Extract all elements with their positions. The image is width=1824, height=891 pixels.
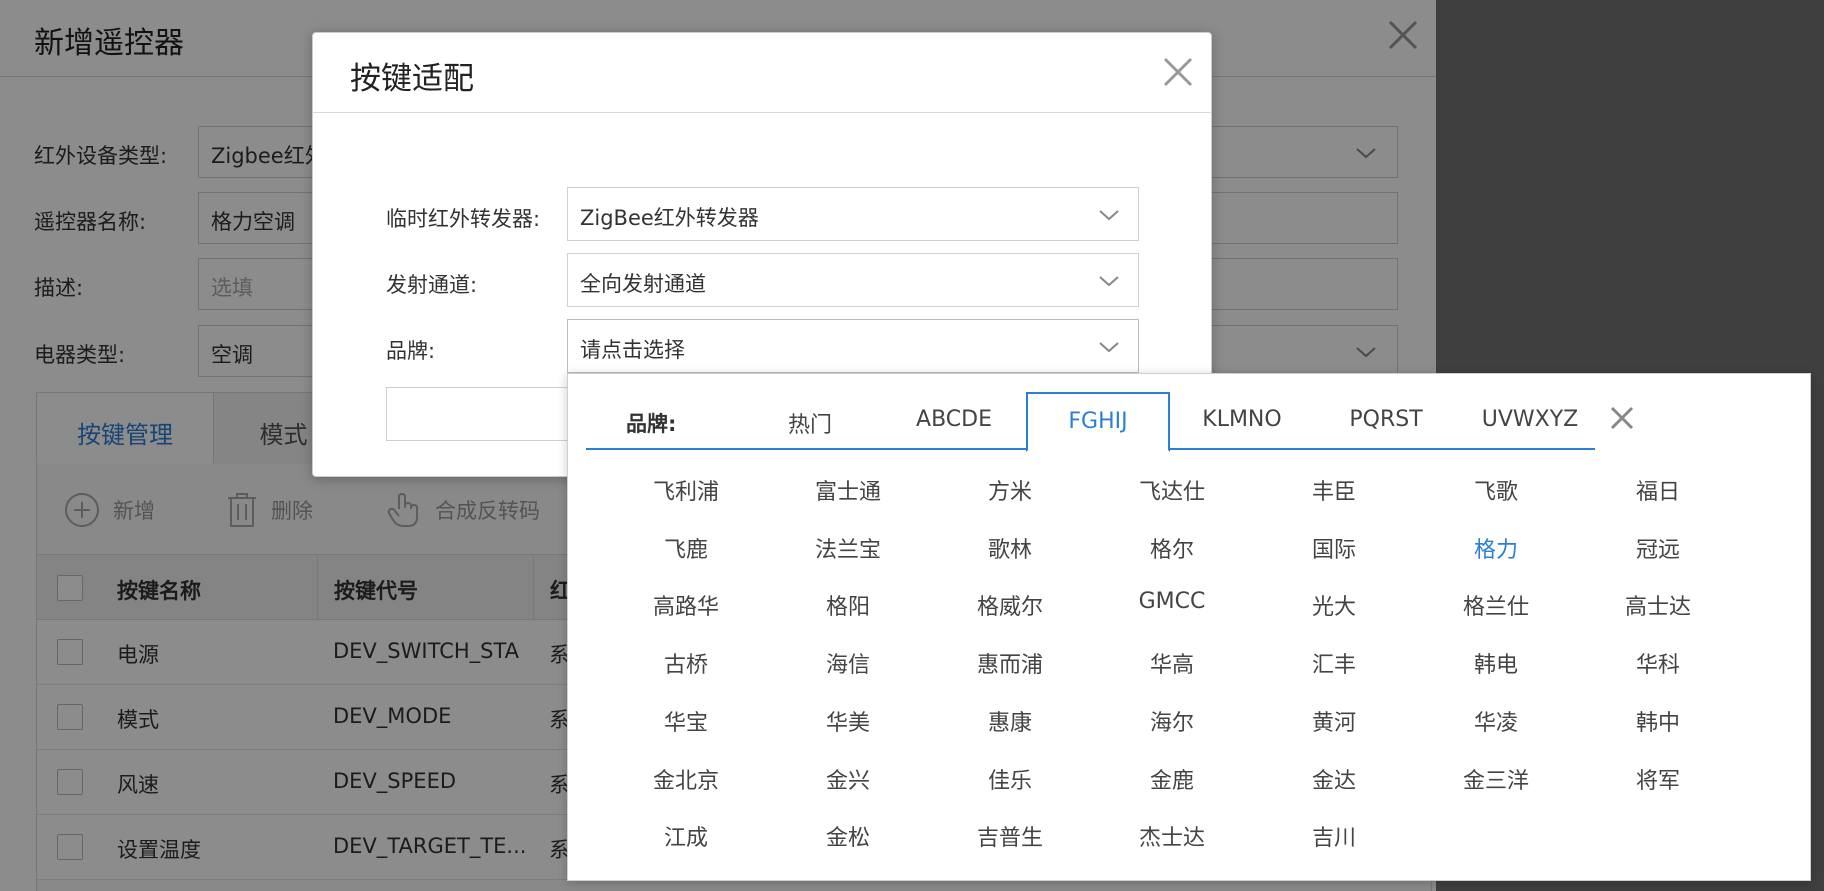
brand-option[interactable]: 飞利浦 [605, 474, 767, 514]
channel-label: 发射通道: [386, 273, 478, 297]
modal-header: 按键适配 [313, 33, 1211, 113]
brand-option[interactable]: 格阳 [767, 589, 929, 629]
brand-option[interactable]: 惠而浦 [929, 647, 1091, 687]
brand-option[interactable]: 吉普生 [929, 820, 1091, 860]
chevron-down-icon [1099, 342, 1119, 353]
tab-fghij[interactable]: FGHIJ [1026, 392, 1170, 452]
brand-option[interactable]: 高士达 [1577, 589, 1739, 629]
brand-option[interactable]: 金达 [1253, 763, 1415, 803]
brand-option[interactable]: 高路华 [605, 589, 767, 629]
brand-option[interactable]: 国际 [1253, 532, 1415, 572]
brand-value: 请点击选择 [580, 338, 685, 362]
brand-option[interactable]: 惠康 [929, 705, 1091, 745]
brand-option[interactable]: 金三洋 [1415, 763, 1577, 803]
ir-forwarder-select[interactable]: ZigBee红外转发器 [567, 187, 1139, 241]
tab-klmno[interactable]: KLMNO [1170, 392, 1314, 450]
brand-option[interactable]: 海信 [767, 647, 929, 687]
brand-option[interactable]: 光大 [1253, 589, 1415, 629]
brand-option[interactable]: 方米 [929, 474, 1091, 514]
brand-option[interactable]: 韩中 [1577, 705, 1739, 745]
brand-option[interactable]: 金鹿 [1091, 763, 1253, 803]
brand-option[interactable]: 格兰仕 [1415, 589, 1577, 629]
brand-label: 品牌: [386, 339, 436, 363]
brand-option[interactable]: 格力 [1415, 532, 1577, 572]
modal-action-button[interactable] [386, 387, 586, 441]
brand-option[interactable]: 华凌 [1415, 705, 1577, 745]
brand-option[interactable]: 丰臣 [1253, 474, 1415, 514]
brand-option[interactable]: 金兴 [767, 763, 929, 803]
brand-picker-label: 品牌: [626, 412, 677, 436]
brand-option[interactable]: 海尔 [1091, 705, 1253, 745]
brand-letter-tabs: 品牌: 热门 ABCDE FGHIJ KLMNO PQRST UVWXYZ [586, 392, 1586, 452]
brand-option[interactable]: 黄河 [1253, 705, 1415, 745]
brand-option[interactable]: 冠远 [1577, 532, 1739, 572]
brand-option[interactable]: 飞鹿 [605, 532, 767, 572]
channel-value: 全向发射通道 [580, 272, 706, 296]
brand-option[interactable]: 吉川 [1253, 820, 1415, 860]
brand-option[interactable]: 歌林 [929, 532, 1091, 572]
brand-option[interactable]: 江成 [605, 820, 767, 860]
brand-option[interactable]: 杰士达 [1091, 820, 1253, 860]
brand-option[interactable]: 古桥 [605, 647, 767, 687]
brand-option[interactable]: 法兰宝 [767, 532, 929, 572]
tab-uvwxyz[interactable]: UVWXYZ [1458, 392, 1602, 450]
brand-option[interactable]: 飞歌 [1415, 474, 1577, 514]
ir-forwarder-label: 临时红外转发器: [386, 207, 541, 231]
brand-option[interactable]: 佳乐 [929, 763, 1091, 803]
close-icon[interactable] [1608, 404, 1636, 432]
brand-option[interactable]: 金松 [767, 820, 929, 860]
brand-option[interactable]: 格威尔 [929, 589, 1091, 629]
brand-option[interactable]: GMCC [1091, 589, 1253, 629]
modal-title: 按键适配 [350, 61, 474, 97]
brand-option[interactable]: 飞达仕 [1091, 474, 1253, 514]
channel-select[interactable]: 全向发射通道 [567, 253, 1139, 307]
brand-picker-panel: 品牌: 热门 ABCDE FGHIJ KLMNO PQRST UVWXYZ 飞利… [567, 373, 1811, 881]
chevron-down-icon [1099, 210, 1119, 221]
brand-option[interactable]: 福日 [1577, 474, 1739, 514]
ir-forwarder-value: ZigBee红外转发器 [580, 206, 759, 230]
brand-option[interactable]: 将军 [1577, 763, 1739, 803]
chevron-down-icon [1099, 276, 1119, 287]
tab-abcde[interactable]: ABCDE [882, 392, 1026, 450]
tab-pqrst[interactable]: PQRST [1314, 392, 1458, 450]
brand-select[interactable]: 请点击选择 [567, 319, 1139, 373]
brand-option[interactable]: 华高 [1091, 647, 1253, 687]
brand-option[interactable]: 华宝 [605, 705, 767, 745]
brand-option[interactable]: 华美 [767, 705, 929, 745]
brand-option[interactable]: 金北京 [605, 763, 767, 803]
close-icon[interactable] [1161, 55, 1195, 89]
brand-option[interactable]: 汇丰 [1253, 647, 1415, 687]
brand-option[interactable]: 富士通 [767, 474, 929, 514]
brand-option[interactable]: 华科 [1577, 647, 1739, 687]
tab-hot[interactable]: 热门 [738, 392, 882, 450]
brand-option[interactable]: 格尔 [1091, 532, 1253, 572]
brand-option[interactable]: 韩电 [1415, 647, 1577, 687]
